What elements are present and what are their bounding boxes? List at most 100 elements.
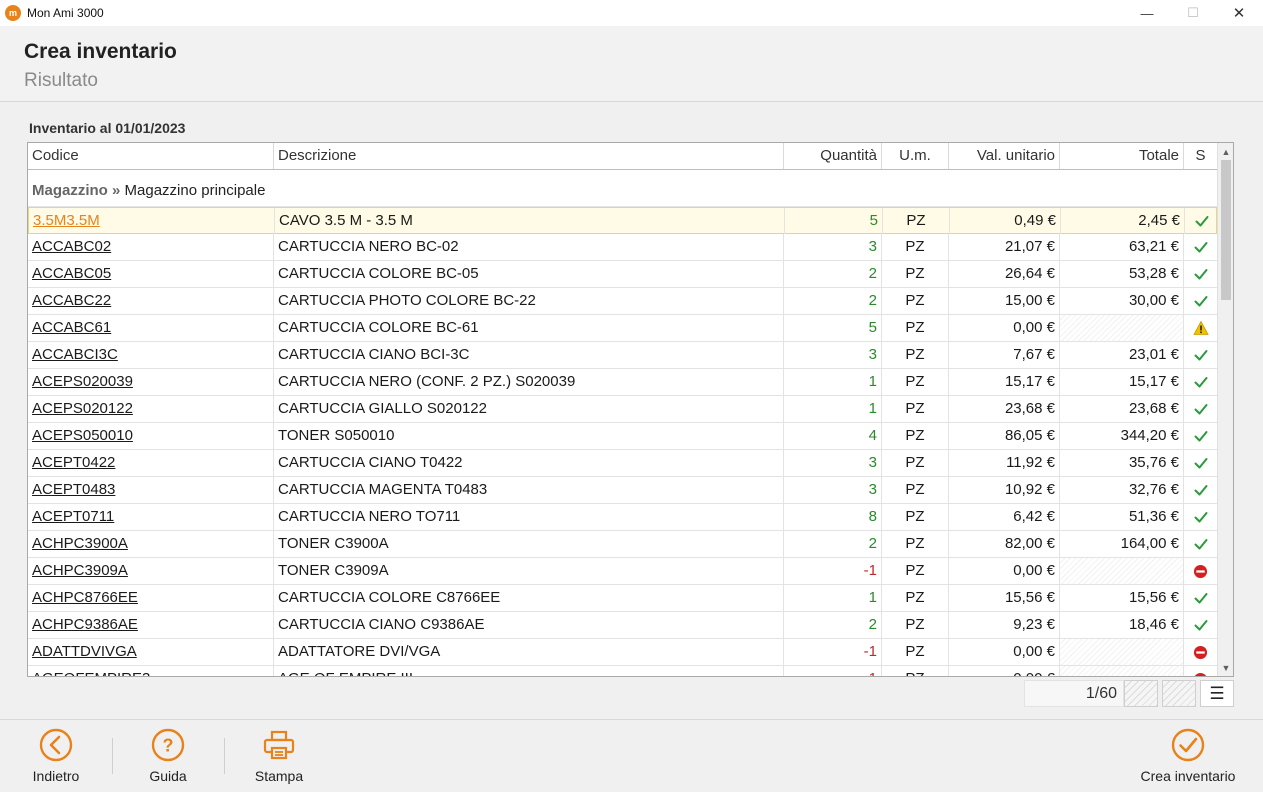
item-code-link[interactable]: ACCABCI3C [28,342,274,368]
item-status [1184,504,1217,530]
table-row[interactable]: ACCABC05 CARTUCCIA COLORE BC-05 2 PZ 26,64 €… [28,261,1217,288]
item-code-link[interactable]: AGEOFEMPIRE3 [28,666,274,676]
item-code-link[interactable]: ACCABC02 [28,234,274,260]
item-description: CARTUCCIA CIANO T0422 [274,450,784,476]
back-button[interactable]: Indietro [25,728,87,788]
item-description: CARTUCCIA CIANO C9386AE [274,612,784,638]
back-icon [39,728,73,762]
item-status [1184,396,1217,422]
next-page-button[interactable] [1162,680,1196,707]
item-code-link[interactable]: ACHPC3900A [28,531,274,557]
item-unit-value: 82,00 € [949,531,1060,557]
print-button[interactable]: Stampa [250,728,308,788]
column-unit-value[interactable]: Val. unitario [949,143,1060,169]
minimize-button[interactable]: — [1124,0,1170,26]
status-error-icon [1193,645,1208,659]
item-unit-value: 0,49 € [950,208,1061,234]
item-code-link[interactable]: ACEPT0422 [28,450,274,476]
table-row[interactable]: ACEPT0711 CARTUCCIA NERO TO711 8 PZ 6,42 €51… [28,504,1217,531]
item-status [1184,288,1217,314]
table-row[interactable]: ACHPC3900A TONER C3900A 2 PZ 82,00 €164,00 € [28,531,1217,558]
item-code-link[interactable]: ACHPC8766EE [28,585,274,611]
menu-icon[interactable]: ☰ [1200,680,1234,707]
item-description: TONER C3909A [274,558,784,584]
table-row[interactable]: ACEPS020039 CARTUCCIA NERO (CONF. 2 PZ.) … [28,369,1217,396]
item-unit-value: 6,42 € [949,504,1060,530]
item-code-link[interactable]: ACHPC9386AE [28,612,274,638]
vertical-scrollbar[interactable]: ▲ ▼ [1217,143,1233,676]
scrollbar-thumb[interactable] [1221,160,1231,300]
table-row[interactable]: ACHPC3909A TONER C3909A -1 PZ 0,00 € [28,558,1217,585]
item-description: CARTUCCIA NERO BC-02 [274,234,784,260]
footer-toolbar: Indietro ? Guida Stampa Crea inventario [0,719,1263,792]
maximize-button[interactable]: ☐ [1170,0,1216,26]
item-code-link[interactable]: ACCABC22 [28,288,274,314]
item-um: PZ [882,315,949,341]
item-code-link[interactable]: ADATTDVIVGA [28,639,274,665]
status-ok-icon [1194,512,1207,523]
item-code-link[interactable]: ACEPS020039 [28,369,274,395]
item-quantity: 1 [784,585,882,611]
main-content: Inventario al 01/01/2023 Codice Descrizi… [0,103,1263,719]
column-um[interactable]: U.m. [882,143,949,169]
item-quantity: 1 [784,396,882,422]
table-row[interactable]: ADATTDVIVGA ADATTATORE DVI/VGA -1 PZ 0,00 € [28,639,1217,666]
item-code-link[interactable]: 3.5M3.5M [29,208,275,234]
item-quantity: 2 [784,612,882,638]
item-code-link[interactable]: ACEPS050010 [28,423,274,449]
table-row[interactable]: ACEPS020122 CARTUCCIA GIALLO S020122 1 PZ 23… [28,396,1217,423]
table-row[interactable]: AGEOFEMPIRE3AGE OF EMPIRE III-1PZ0,00 € [28,666,1217,676]
item-quantity: 3 [784,342,882,368]
item-status [1184,531,1217,557]
table-row[interactable]: ACCABC61 CARTUCCIA COLORE BC-61 5 PZ 0,00 € [28,315,1217,342]
item-description: TONER C3900A [274,531,784,557]
column-total[interactable]: Totale [1060,143,1184,169]
item-total [1060,558,1184,584]
create-inventory-button[interactable]: Crea inventario [1132,728,1244,788]
item-description: CARTUCCIA COLORE BC-61 [274,315,784,341]
column-code[interactable]: Codice [28,143,274,169]
item-description: AGE OF EMPIRE III [274,666,784,676]
table-row[interactable]: ACEPS050010 TONER S050010 4 PZ 86,05 €344,20… [28,423,1217,450]
item-code-link[interactable]: ACEPT0711 [28,504,274,530]
item-code-link[interactable]: ACCABC61 [28,315,274,341]
scroll-down-icon[interactable]: ▼ [1218,659,1233,676]
scroll-up-icon[interactable]: ▲ [1218,143,1233,160]
item-unit-value: 26,64 € [949,261,1060,287]
item-quantity: 8 [784,504,882,530]
table-row[interactable]: 3.5M3.5M CAVO 3.5 M - 3.5 M 5 PZ 0,49 €2,45 … [28,207,1217,234]
help-label: Guida [149,768,187,784]
item-status [1184,315,1217,341]
table-row[interactable]: ACCABC02 CARTUCCIA NERO BC-02 3 PZ 21,07 €63… [28,234,1217,261]
item-status [1184,477,1217,503]
item-um: PZ [882,558,949,584]
column-quantity[interactable]: Quantità [784,143,882,169]
item-um: PZ [882,639,949,665]
item-status [1184,666,1217,676]
item-code-link[interactable]: ACEPT0483 [28,477,274,503]
item-unit-value: 0,00 € [949,558,1060,584]
previous-page-button[interactable] [1124,680,1158,707]
item-code-link[interactable]: ACCABC05 [28,261,274,287]
item-um: PZ [882,261,949,287]
status-ok-icon [1194,485,1207,496]
item-description: CARTUCCIA PHOTO COLORE BC-22 [274,288,784,314]
item-code-link[interactable]: ACHPC3909A [28,558,274,584]
column-status[interactable]: S [1184,143,1217,169]
item-code-link[interactable]: ACEPS020122 [28,396,274,422]
close-button[interactable]: ✕ [1216,0,1262,26]
column-description[interactable]: Descrizione [274,143,784,169]
table-row[interactable]: ACCABCI3C CARTUCCIA CIANO BCI-3C 3 PZ 7,67 €… [28,342,1217,369]
status-ok-icon [1195,216,1208,227]
table-row[interactable]: ACHPC8766EE CARTUCCIA COLORE C8766EE 1 PZ 15… [28,585,1217,612]
table-row[interactable]: ACEPT0422 CARTUCCIA CIANO T0422 3 PZ 11,92 €… [28,450,1217,477]
window-title: Mon Ami 3000 [27,6,104,20]
help-button[interactable]: ? Guida [140,728,196,788]
item-unit-value: 15,17 € [949,369,1060,395]
status-ok-icon [1194,404,1207,415]
table-row[interactable]: ACCABC22 CARTUCCIA PHOTO COLORE BC-22 2 PZ 1… [28,288,1217,315]
table-row[interactable]: ACEPT0483 CARTUCCIA MAGENTA T0483 3 PZ 10,92… [28,477,1217,504]
print-label: Stampa [254,768,304,784]
item-quantity: 2 [784,288,882,314]
table-row[interactable]: ACHPC9386AE CARTUCCIA CIANO C9386AE 2 PZ 9,2… [28,612,1217,639]
